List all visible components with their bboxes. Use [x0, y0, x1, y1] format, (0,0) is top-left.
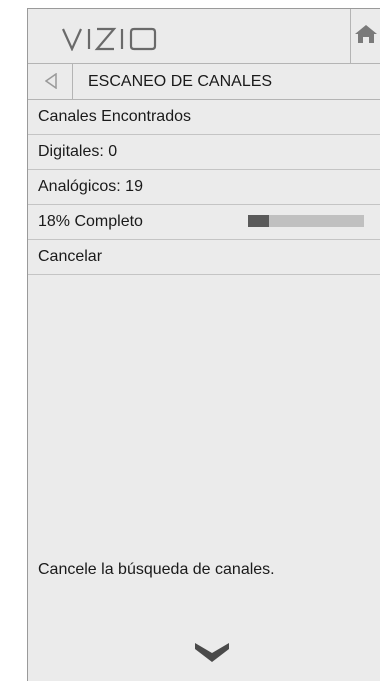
menu-item-label: Digitales: 0 — [38, 143, 118, 160]
menu-item-digital[interactable]: Digitales: 0 — [28, 135, 380, 170]
progress-label: 18% Completo — [38, 213, 143, 230]
home-button[interactable] — [350, 9, 380, 63]
page-title: ESCANEO DE CANALES — [88, 73, 273, 90]
menu-item-progress: 18% Completo — [28, 205, 380, 240]
menu-item-label: Analógicos: 19 — [38, 178, 143, 195]
help-text: Cancele la búsqueda de canales. — [38, 561, 275, 578]
home-icon — [355, 25, 377, 43]
nav-row: ESCANEO DE CANALES — [28, 64, 380, 100]
menu-item-cancel[interactable]: Cancelar — [28, 240, 380, 275]
panel-header — [28, 9, 380, 64]
back-arrow-icon — [45, 73, 57, 89]
chevron-down-icon — [195, 643, 229, 662]
menu-item-channels-found[interactable]: Canales Encontrados — [28, 100, 380, 135]
settings-panel: ESCANEO DE CANALES Canales Encontrados D… — [27, 8, 380, 681]
vizio-logo — [62, 24, 158, 54]
back-button[interactable] — [28, 64, 73, 99]
menu-item-analog[interactable]: Analógicos: 19 — [28, 170, 380, 205]
cancel-label: Cancelar — [38, 248, 103, 265]
vizio-logo-glyphs — [62, 27, 157, 51]
menu-item-label: Canales Encontrados — [38, 108, 191, 125]
progress-bar-fill — [248, 215, 269, 227]
scroll-down-button[interactable] — [195, 643, 229, 668]
progress-bar — [248, 215, 364, 227]
